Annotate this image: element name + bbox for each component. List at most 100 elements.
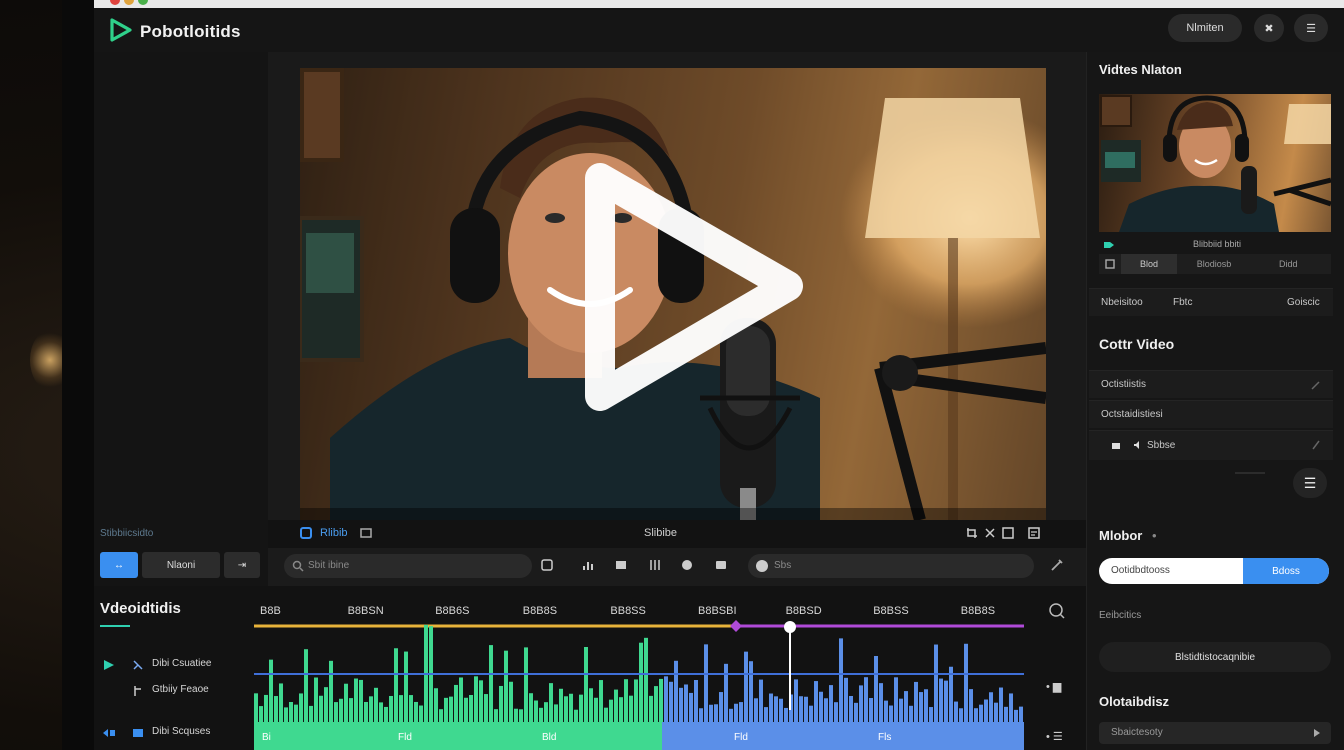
waveform-bar bbox=[639, 642, 643, 722]
cut-icon[interactable] bbox=[984, 527, 996, 539]
edit-icon[interactable] bbox=[1311, 380, 1321, 390]
waveform-bar bbox=[414, 701, 418, 722]
maximize-dot[interactable] bbox=[138, 0, 148, 5]
layers-icon[interactable] bbox=[714, 558, 728, 572]
text-input-group[interactable]: Ootidbdtooss Bdoss bbox=[1099, 558, 1329, 584]
waveform-bar bbox=[499, 685, 503, 722]
waveform-bar bbox=[859, 685, 863, 722]
track-menu-icon[interactable]: • ☰ bbox=[1046, 731, 1063, 743]
text-input-value[interactable]: Ootidbdtooss bbox=[1111, 565, 1170, 576]
wand-icon[interactable] bbox=[1050, 558, 1064, 572]
waveform-bar bbox=[594, 697, 598, 722]
clip-icon[interactable] bbox=[300, 527, 312, 539]
header-primary-button[interactable]: Nlmiten bbox=[1168, 14, 1242, 42]
waveform-bar bbox=[969, 689, 973, 722]
help-icon[interactable]: • bbox=[1152, 528, 1157, 543]
thumb-tab[interactable]: Blod bbox=[1121, 254, 1177, 274]
search-input[interactable]: Sbit ibine bbox=[284, 554, 532, 578]
timeline-tracks[interactable]: B8B B8BSN B8B6S B8B8S BB8SS B8BSBI B8BSD B8BSS B… bbox=[254, 586, 1086, 750]
waveform-bar bbox=[994, 702, 998, 722]
playhead-handle[interactable] bbox=[784, 621, 796, 633]
waveform-bar bbox=[744, 651, 748, 722]
track-row[interactable]: Dibi Csuatiee bbox=[94, 652, 252, 678]
waveform-bar bbox=[254, 693, 258, 722]
waveform-bar bbox=[964, 643, 968, 722]
waveform-bar bbox=[329, 660, 333, 722]
track-toggle-icon[interactable]: • ▆ bbox=[1046, 681, 1062, 693]
dropdown-select[interactable]: Sbaictesoty bbox=[1099, 722, 1331, 744]
waveform-bar bbox=[399, 695, 403, 722]
waveform-bar bbox=[264, 694, 268, 722]
waveform-bar bbox=[739, 702, 743, 722]
waveform-bar bbox=[449, 696, 453, 722]
track-row[interactable]: Gtbiiy Feaoe bbox=[94, 678, 252, 704]
waveform-bar bbox=[369, 696, 373, 722]
preview-area bbox=[268, 52, 1086, 520]
waveform-bar bbox=[514, 708, 518, 722]
video-thumbnail[interactable] bbox=[1099, 94, 1331, 232]
header-menu-icon[interactable]: ☰ bbox=[1294, 14, 1328, 42]
fullscreen-icon[interactable] bbox=[1002, 527, 1014, 539]
waveform-bar bbox=[559, 688, 563, 722]
waveform-bar bbox=[589, 688, 593, 722]
property-row[interactable]: Octstaidistiesi bbox=[1089, 400, 1333, 428]
caption-icon[interactable] bbox=[614, 558, 628, 572]
move-tool-button[interactable]: ↔ bbox=[100, 552, 138, 578]
waveform-bar bbox=[434, 688, 438, 722]
property-row[interactable]: Sbbse bbox=[1089, 430, 1333, 460]
waveform-bar bbox=[924, 689, 928, 722]
menu-icon[interactable]: ☰ bbox=[1293, 468, 1327, 498]
info-row[interactable]: Nbeisitoo Fbtc Goiscic bbox=[1089, 288, 1333, 316]
green-clip-band[interactable] bbox=[254, 722, 662, 750]
close-dot[interactable] bbox=[110, 0, 120, 5]
lock-icon[interactable] bbox=[1311, 440, 1321, 450]
waveform-bar bbox=[344, 683, 348, 722]
level-icon[interactable] bbox=[582, 558, 596, 572]
minimize-dot[interactable] bbox=[124, 0, 134, 5]
waveform-bar bbox=[279, 683, 283, 722]
mode-button[interactable]: Nlaoni bbox=[142, 552, 220, 578]
waveform-bar bbox=[729, 708, 733, 722]
waveform-bar bbox=[934, 644, 938, 722]
waveform-bar bbox=[324, 687, 328, 722]
keyframe-marker[interactable] bbox=[730, 620, 742, 632]
action-button[interactable]: Blstidtistocaqnibie bbox=[1099, 642, 1331, 672]
preview-left-label[interactable]: Rlibib bbox=[320, 527, 348, 539]
info-row-left: Nbeisitoo bbox=[1101, 297, 1143, 308]
crop-icon[interactable] bbox=[966, 527, 978, 539]
link-track-icon[interactable] bbox=[102, 727, 116, 739]
track-row[interactable]: Dibi Scquses bbox=[94, 720, 252, 746]
play-button-icon[interactable] bbox=[300, 68, 1046, 520]
play-track-icon[interactable] bbox=[102, 658, 116, 672]
waveform-bar bbox=[904, 691, 908, 722]
effects-icon[interactable] bbox=[680, 558, 694, 572]
timeline-title: Vdeoidtidis bbox=[100, 600, 181, 617]
search-icon bbox=[292, 560, 304, 572]
video-preview[interactable] bbox=[300, 68, 1046, 520]
waveform-bar bbox=[534, 700, 538, 722]
header-tools-icon[interactable]: ✖ bbox=[1254, 14, 1284, 42]
waveform-bar bbox=[1009, 693, 1013, 722]
waveform-bar bbox=[909, 705, 913, 722]
waveform-bar bbox=[309, 705, 313, 722]
waveform-bar bbox=[864, 677, 868, 722]
blue-clip-band[interactable] bbox=[662, 722, 1024, 750]
square-icon[interactable] bbox=[540, 558, 554, 572]
split-tool-button[interactable]: ⇥ bbox=[224, 552, 260, 578]
property-row[interactable]: Octistiistis bbox=[1089, 370, 1333, 398]
thumb-tab[interactable]: Didd bbox=[1279, 259, 1298, 269]
thumb-square-icon[interactable] bbox=[1105, 259, 1115, 269]
waveform-bar bbox=[464, 697, 468, 722]
apply-button[interactable]: Bdoss bbox=[1243, 558, 1329, 584]
thumb-tab[interactable]: Blodiosb bbox=[1181, 259, 1247, 269]
adjust-icon[interactable] bbox=[648, 558, 662, 572]
display-icon[interactable] bbox=[1028, 527, 1040, 539]
snapshot-icon[interactable] bbox=[360, 527, 372, 539]
waveform-bar bbox=[724, 663, 728, 722]
waveform-bar bbox=[664, 676, 668, 722]
waveform-bar bbox=[809, 705, 813, 722]
track-clip-icon bbox=[133, 729, 143, 737]
property-input[interactable]: Sbs bbox=[748, 554, 1034, 578]
waveform-bar bbox=[389, 695, 393, 722]
waveform-bar bbox=[1014, 709, 1018, 722]
